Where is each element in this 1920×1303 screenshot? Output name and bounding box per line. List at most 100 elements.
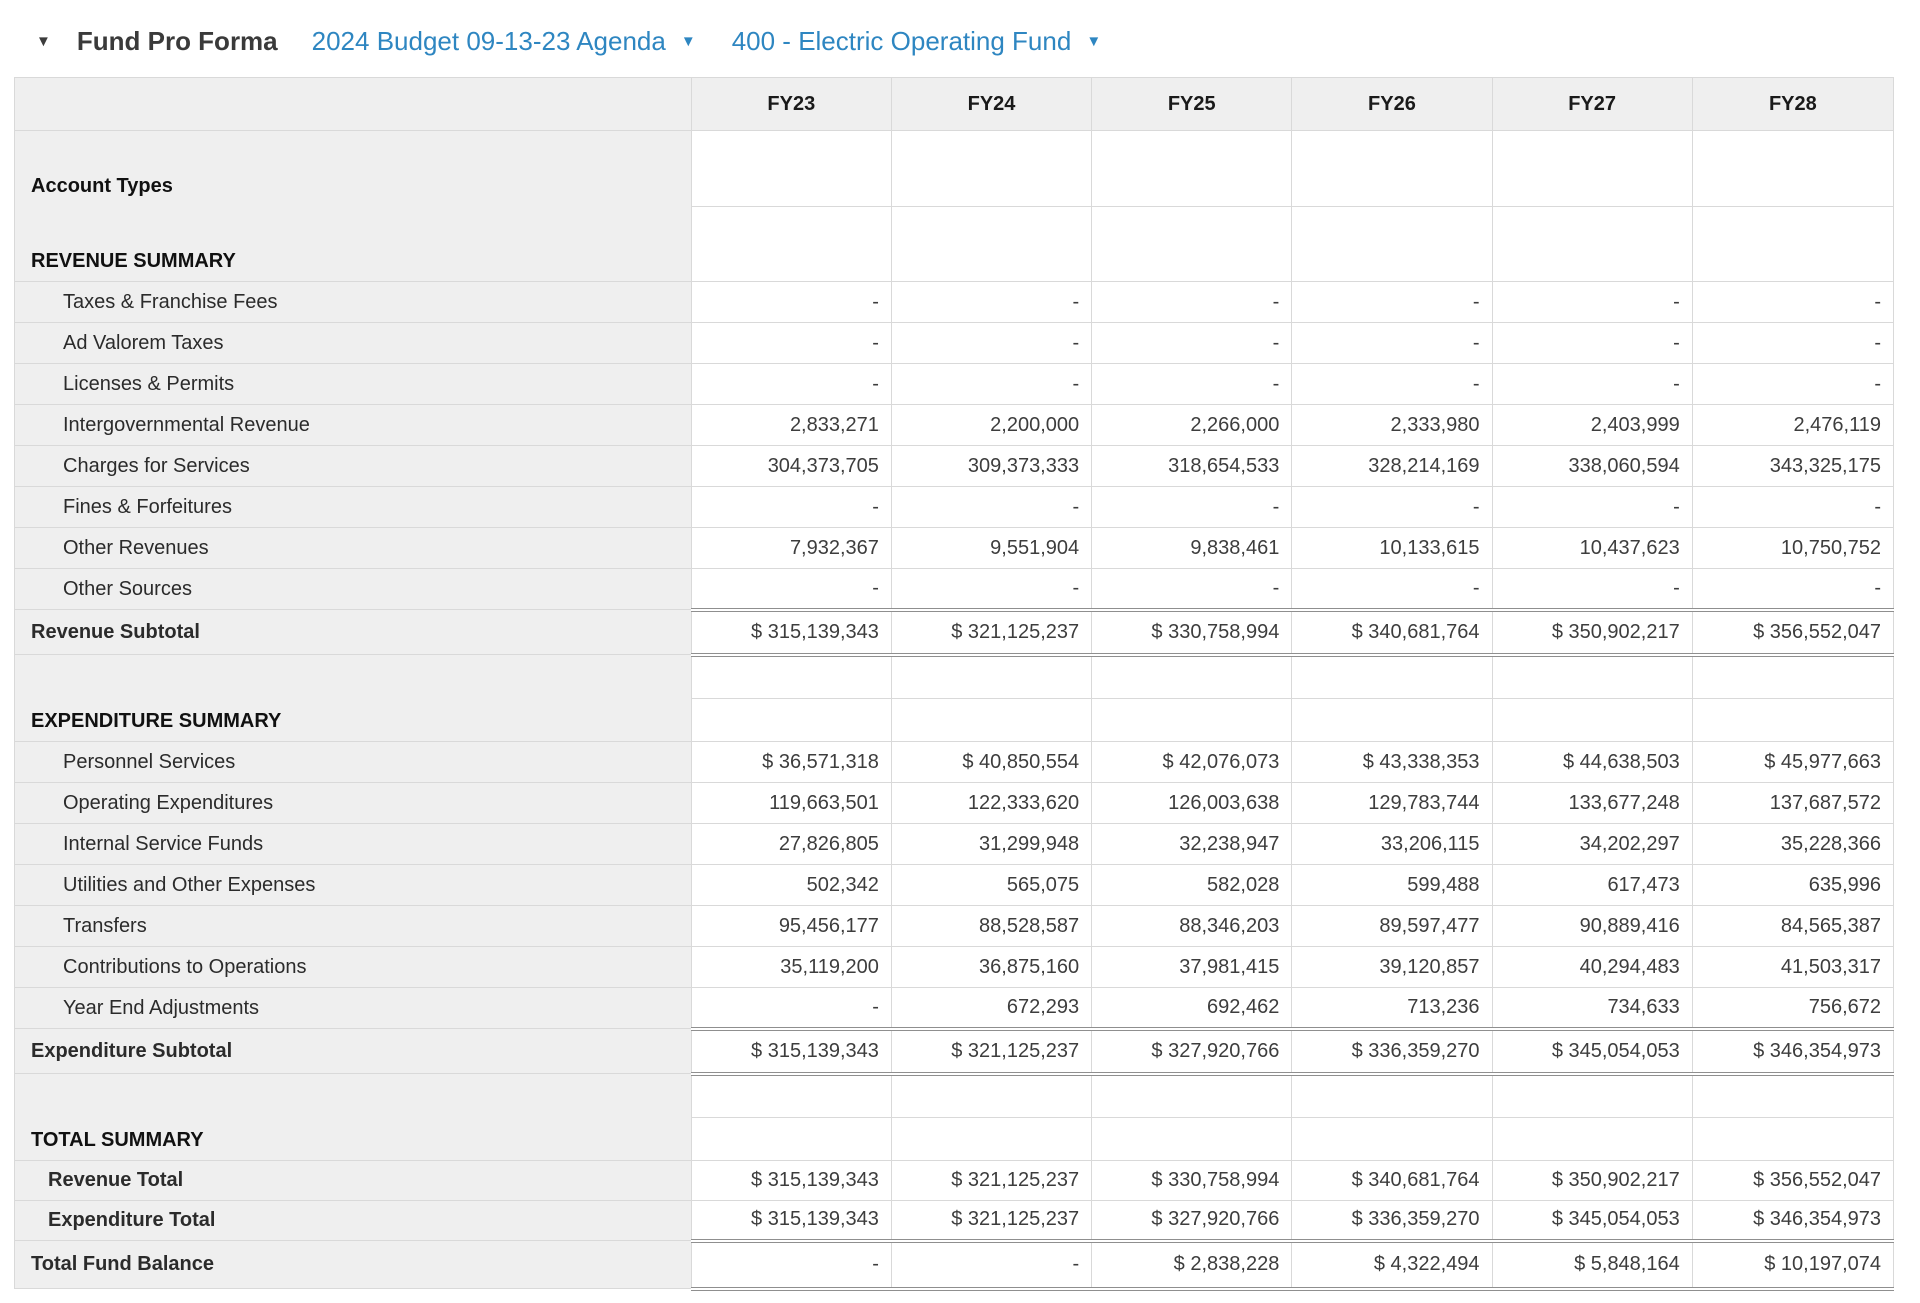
row-label: Year End Adjustments <box>14 987 692 1029</box>
cell-value: $ 315,139,343 <box>690 1026 892 1076</box>
empty-cell <box>690 205 892 282</box>
empty-cell <box>890 130 1093 207</box>
cell-value: $ 315,139,343 <box>690 1160 892 1201</box>
cell-value: 37,981,415 <box>1091 946 1293 988</box>
table-row: Ad Valorem Taxes - - - - - - <box>14 322 1895 364</box>
cell-value: - <box>1491 322 1693 364</box>
cell-value: - <box>1491 486 1693 528</box>
cell-value: - <box>1291 322 1493 364</box>
table-row: Internal Service Funds 27,826,805 31,299,9… <box>14 823 1895 865</box>
row-label: Ad Valorem Taxes <box>14 322 692 364</box>
cell-value: 33,206,115 <box>1291 823 1493 865</box>
section-label: REVENUE SUMMARY <box>31 250 236 272</box>
cell-value: 41,503,317 <box>1691 946 1895 988</box>
empty-cell <box>1491 654 1693 699</box>
empty-cell <box>1691 205 1895 282</box>
cell-value: 343,325,175 <box>1691 445 1895 487</box>
cell-value: $ 327,920,766 <box>1091 1026 1293 1076</box>
cell-value: 318,654,533 <box>1091 445 1293 487</box>
table-row: Expenditure Total $ 315,139,343 $ 321,125,… <box>14 1200 1895 1243</box>
empty-cell <box>1291 130 1493 207</box>
cell-value: $ 42,076,073 <box>1091 741 1293 783</box>
column-header-spacer <box>14 77 692 131</box>
cell-value: 129,783,744 <box>1291 782 1493 824</box>
cell-value: 39,120,857 <box>1291 946 1493 988</box>
cell-value: 10,750,752 <box>1691 527 1895 569</box>
collapse-caret-icon[interactable]: ▼ <box>36 33 51 50</box>
cell-value: 126,003,638 <box>1091 782 1293 824</box>
row-label: Expenditure Total <box>14 1200 692 1241</box>
row-label: Other Sources <box>14 568 692 610</box>
cell-value: $ 321,125,237 <box>890 1026 1093 1076</box>
cell-value: $ 340,681,764 <box>1291 607 1493 657</box>
cell-value: 137,687,572 <box>1691 782 1895 824</box>
empty-cell <box>1691 697 1895 742</box>
cell-value: - <box>1091 363 1293 405</box>
row-label: Expenditure Subtotal <box>14 1028 692 1074</box>
budget-dropdown[interactable]: 2024 Budget 09-13-23 Agenda ▼ <box>312 26 696 57</box>
cell-value: $ 345,054,053 <box>1491 1026 1693 1076</box>
cell-value: - <box>690 322 892 364</box>
table-row: Other Sources - - - - - - <box>14 568 1895 610</box>
cell-value: $ 330,758,994 <box>1091 1160 1293 1201</box>
table-row: Total Fund Balance - - $ 2,838,228 $ 4,322,4… <box>14 1238 1895 1291</box>
table-row: Year End Adjustments -672,293 692,462 713,2… <box>14 987 1895 1029</box>
cell-value: 90,889,416 <box>1491 905 1693 947</box>
table-row: Operating Expenditures 119,663,501 122,333… <box>14 782 1895 824</box>
cell-value: 565,075 <box>890 864 1093 906</box>
cell-value: 88,528,587 <box>890 905 1093 947</box>
band-row: TOTAL SUMMARY <box>14 1073 1895 1161</box>
cell-value: - <box>1691 363 1895 405</box>
cell-value: - <box>1691 568 1895 610</box>
table-row: Licenses & Permits - - - - - - <box>14 363 1895 405</box>
cell-value: $ 350,902,217 <box>1491 607 1693 657</box>
cell-value: 338,060,594 <box>1491 445 1693 487</box>
cell-value: 7,932,367 <box>690 527 892 569</box>
cell-value: 692,462 <box>1091 987 1293 1029</box>
cell-value: 328,214,169 <box>1291 445 1493 487</box>
table-row: Charges for Services 304,373,705 309,373,3… <box>14 445 1895 487</box>
cell-value: $ 43,338,353 <box>1291 741 1493 783</box>
cell-value: 635,996 <box>1691 864 1895 906</box>
fund-dropdown[interactable]: 400 - Electric Operating Fund ▼ <box>732 26 1101 57</box>
row-label: Revenue Total <box>14 1160 692 1201</box>
row-label: Intergovernmental Revenue <box>14 404 692 446</box>
section-label: TOTAL SUMMARY <box>31 1129 204 1151</box>
cell-value: $ 350,902,217 <box>1491 1160 1693 1201</box>
empty-cell <box>1691 654 1895 699</box>
empty-cell <box>1091 1116 1293 1161</box>
cell-value: $ 44,638,503 <box>1491 741 1693 783</box>
cell-value: 304,373,705 <box>690 445 892 487</box>
pro-forma-table: FY23 FY24 FY25 FY26 FY27 FY28 Account Types REV… <box>14 77 1895 1291</box>
table-row: Intergovernmental Revenue 2,833,271 2,200,… <box>14 404 1895 446</box>
fund-dropdown-label: 400 - Electric Operating Fund <box>731 26 1072 56</box>
empty-cell <box>690 130 892 207</box>
cell-value: 32,238,947 <box>1091 823 1293 865</box>
empty-cell <box>1691 130 1895 207</box>
cell-value: 9,838,461 <box>1091 527 1293 569</box>
cell-value: 119,663,501 <box>690 782 892 824</box>
cell-value: 713,236 <box>1291 987 1493 1029</box>
table-row: Utilities and Other Expenses 502,342 565,0… <box>14 864 1895 906</box>
cell-value: $ 321,125,237 <box>890 1160 1093 1201</box>
cell-value: 9,551,904 <box>890 527 1093 569</box>
cell-value: - <box>890 486 1093 528</box>
section-label: Account Types <box>31 175 173 197</box>
empty-cell <box>1291 1116 1493 1161</box>
empty-cell <box>1491 1116 1693 1161</box>
column-header: FY28 <box>1691 77 1895 131</box>
section-label-cell: EXPENDITURE SUMMARY <box>14 654 692 742</box>
empty-cell <box>1091 697 1293 742</box>
column-header: FY27 <box>1491 77 1693 131</box>
cell-value: $ 346,354,973 <box>1691 1026 1895 1076</box>
cell-value: $ 356,552,047 <box>1691 1160 1895 1201</box>
cell-value: - <box>1491 363 1693 405</box>
cell-value: $ 5,848,164 <box>1491 1238 1693 1291</box>
empty-cell <box>1491 697 1693 742</box>
cell-value: - <box>1091 281 1293 323</box>
cell-value: $ 45,977,663 <box>1691 741 1895 783</box>
cell-value: $ 336,359,270 <box>1291 1200 1493 1243</box>
row-label: Licenses & Permits <box>14 363 692 405</box>
cell-value: 27,826,805 <box>690 823 892 865</box>
cell-value: 2,403,999 <box>1491 404 1693 446</box>
